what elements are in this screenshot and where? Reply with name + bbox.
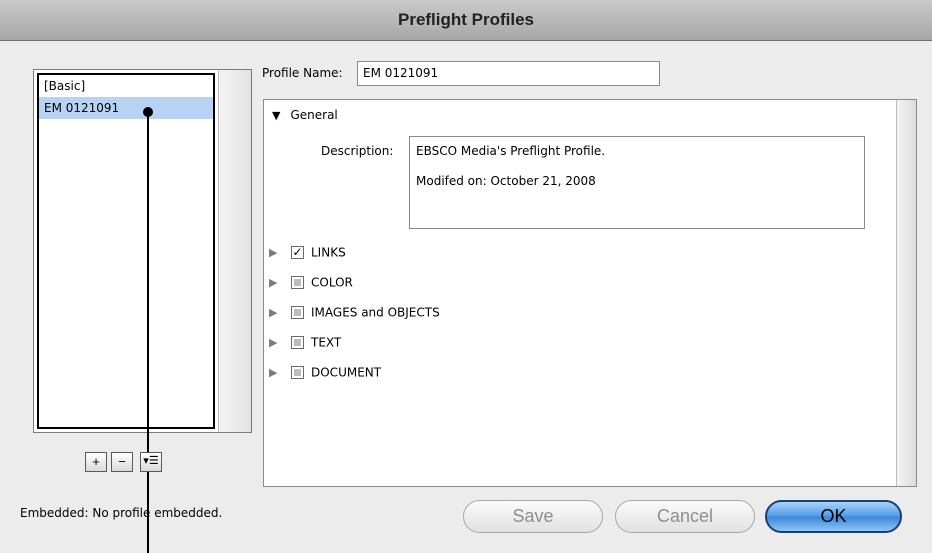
callout-line [147, 111, 149, 553]
profile-item-selected[interactable]: EM 0121091 [39, 97, 213, 119]
document-checkbox[interactable] [291, 366, 304, 379]
remove-profile-button[interactable]: − [111, 452, 133, 472]
category-links[interactable]: ▶ ✓ LINKS [269, 242, 346, 262]
disclosure-right-icon[interactable]: ▶ [269, 243, 283, 263]
category-label: COLOR [311, 275, 353, 290]
description-line: Modifed on: October 21, 2008 [416, 174, 596, 188]
category-label: DOCUMENT [311, 365, 382, 380]
description-line: EBSCO Media's Preflight Profile. [416, 144, 606, 158]
add-profile-button[interactable]: + [85, 452, 107, 472]
profile-menu-button[interactable]: ▾☰ [140, 452, 162, 472]
embedded-status: Embedded: No profile embedded. [20, 506, 223, 520]
save-button[interactable]: Save [463, 500, 603, 533]
general-label: General [290, 108, 338, 122]
category-label: LINKS [311, 245, 346, 260]
ok-button[interactable]: OK [765, 500, 902, 533]
disclosure-right-icon[interactable]: ▶ [269, 303, 283, 323]
disclosure-right-icon[interactable]: ▶ [269, 363, 283, 383]
color-checkbox[interactable] [291, 276, 304, 289]
disclosure-right-icon[interactable]: ▶ [269, 333, 283, 353]
category-label: IMAGES and OBJECTS [311, 305, 440, 320]
images-objects-checkbox[interactable] [291, 306, 304, 319]
profile-settings-panel: ▼ General Description: EBSCO Media's Pref… [263, 99, 917, 487]
profile-item-basic[interactable]: [Basic] [39, 75, 213, 97]
category-label: TEXT [311, 335, 342, 350]
window-title: Preflight Profiles [0, 0, 932, 41]
category-color[interactable]: ▶ COLOR [269, 272, 353, 292]
text-checkbox[interactable] [291, 336, 304, 349]
profile-list-inner: [Basic] EM 0121091 [37, 73, 215, 429]
callout-dot [143, 107, 153, 117]
profile-list[interactable]: [Basic] EM 0121091 [33, 69, 252, 433]
cancel-button[interactable]: Cancel [615, 500, 755, 533]
profile-name-label: Profile Name: [262, 66, 343, 80]
links-checkbox[interactable]: ✓ [291, 246, 304, 259]
disclosure-right-icon[interactable]: ▶ [269, 273, 283, 293]
description-field[interactable]: EBSCO Media's Preflight Profile. Modifed… [409, 136, 865, 229]
description-label: Description: [321, 144, 394, 158]
category-text[interactable]: ▶ TEXT [269, 332, 341, 352]
general-section-header[interactable]: ▼ General [272, 108, 338, 122]
disclosure-down-icon[interactable]: ▼ [272, 109, 280, 122]
profile-name-input[interactable]: EM 0121091 [357, 61, 660, 86]
profile-list-scrollbar[interactable] [218, 70, 251, 432]
category-images-objects[interactable]: ▶ IMAGES and OBJECTS [269, 302, 440, 322]
category-document[interactable]: ▶ DOCUMENT [269, 362, 381, 382]
settings-scrollbar[interactable] [896, 100, 916, 486]
